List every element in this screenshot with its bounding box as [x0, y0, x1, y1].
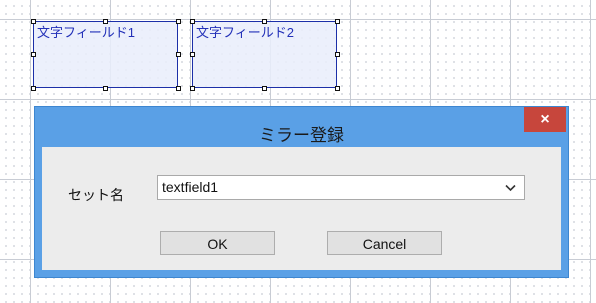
resize-handle[interactable] [103, 19, 108, 24]
resize-handle[interactable] [103, 86, 108, 91]
resize-handle[interactable] [262, 86, 267, 91]
dialog-body: セット名 textfield1 OK Cancel [42, 147, 561, 270]
close-button[interactable]: × [524, 107, 566, 132]
set-name-label: セット名 [68, 187, 124, 203]
text-field-1-label: 文字フィールド1 [37, 25, 135, 40]
dialog-title: ミラー登録 [259, 126, 344, 145]
resize-handle[interactable] [190, 19, 195, 24]
cancel-button[interactable]: Cancel [327, 231, 442, 255]
resize-handle[interactable] [31, 19, 36, 24]
resize-handle[interactable] [31, 52, 36, 57]
close-icon: × [540, 111, 550, 128]
mirror-register-dialog: ミラー登録 × セット名 textfield1 OK Cancel [34, 106, 569, 278]
chevron-down-icon [505, 184, 516, 192]
resize-handle[interactable] [335, 52, 340, 57]
resize-handle[interactable] [176, 86, 181, 91]
resize-handle[interactable] [190, 86, 195, 91]
resize-handle[interactable] [176, 52, 181, 57]
set-name-value: textfield1 [162, 179, 219, 195]
resize-handle[interactable] [190, 52, 195, 57]
text-field-1[interactable]: 文字フィールド1 [33, 21, 178, 88]
resize-handle[interactable] [335, 19, 340, 24]
resize-handle[interactable] [335, 86, 340, 91]
resize-handle[interactable] [176, 19, 181, 24]
resize-handle[interactable] [262, 19, 267, 24]
set-name-combobox[interactable]: textfield1 [157, 175, 525, 200]
ok-button[interactable]: OK [160, 231, 275, 255]
resize-handle[interactable] [31, 86, 36, 91]
text-field-2[interactable]: 文字フィールド2 [192, 21, 337, 88]
text-field-2-label: 文字フィールド2 [196, 25, 294, 40]
